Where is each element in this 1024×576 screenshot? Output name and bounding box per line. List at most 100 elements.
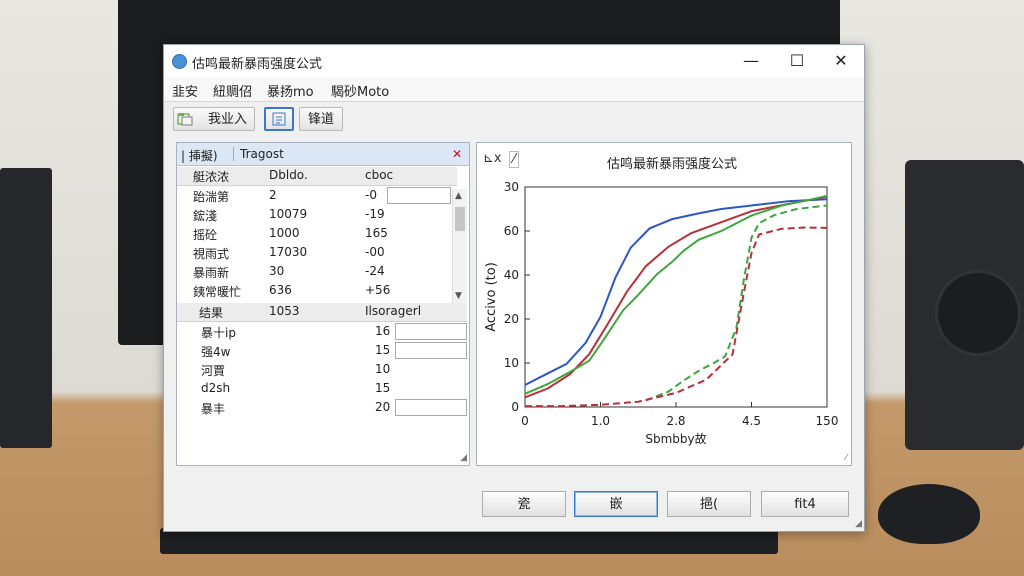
menu-item-4[interactable]: 騔砂Moto [331, 81, 389, 100]
results-header-value: 1053 [269, 304, 300, 318]
save-button[interactable]: 锋道 [299, 107, 343, 131]
y-tick-label: 10 [504, 356, 519, 370]
menu-item-2[interactable]: 紐赒佋 [213, 81, 252, 100]
y-tick-label: 0 [511, 400, 519, 414]
x-tick-label: 150 [816, 414, 839, 428]
row-value: 1000 [269, 226, 300, 240]
result-input[interactable] [395, 399, 467, 416]
x-axis-label: Sbmbby故 [645, 431, 706, 446]
scroll-thumb[interactable] [455, 207, 465, 231]
row-value: 10079 [269, 207, 308, 221]
row-value: 30 [269, 264, 285, 278]
row-name: 暴雨新 [193, 266, 230, 280]
dialog-button-2[interactable]: 嵌 [574, 491, 658, 517]
result-row[interactable]: 暴十ip 16 [177, 323, 467, 341]
title-bar: 估鸣最新暴雨强度公式 — ☐ ✕ [164, 45, 864, 77]
col-header-extra: cboc [365, 168, 394, 182]
result-row[interactable]: d2sh 15 [177, 380, 467, 398]
parameters-panel: | 挿擬) Tragost ✕ 艇浓浓 Dbldo. cboc 跆湍第 2 -0… [176, 142, 470, 466]
results-header-extra: Ilsoragerl [365, 304, 422, 318]
tab-tragost[interactable]: Tragost [233, 147, 284, 161]
result-name: 暴丰 [201, 402, 226, 416]
panel-close-icon[interactable]: ✕ [452, 147, 462, 161]
app-window: 估鸣最新暴雨强度公式 — ☐ ✕ 韭安 紐赒佋 暴扬mo 騔砂Moto 我业入 [163, 44, 865, 532]
x-tick-label: 2.8 [666, 414, 685, 428]
result-name: 暴十ip [201, 326, 236, 340]
app-icon [172, 54, 187, 69]
row-name: 視雨式 [193, 247, 230, 261]
speaker-right [905, 160, 1024, 450]
tab-params[interactable]: | 挿擬) [181, 147, 218, 164]
row-value: 17030 [269, 245, 308, 259]
table-row[interactable]: 摇砼 1000 165 [177, 225, 457, 243]
table-row[interactable]: 暴雨新 30 -24 [177, 263, 457, 281]
results-header-name: 结果 [199, 306, 224, 320]
row-extra: 165 [365, 226, 388, 240]
row-name: 銕常暖忙 [193, 285, 242, 299]
col-header-value: Dbldo. [269, 168, 308, 182]
dialog-button-4[interactable]: fit4 [761, 491, 849, 517]
result-input[interactable] [395, 323, 467, 340]
y-tick-label: 30 [504, 180, 519, 194]
result-row[interactable]: 河賈 10 [177, 361, 467, 379]
edit-icon [272, 112, 286, 126]
menu-item-1[interactable]: 韭安 [172, 81, 198, 100]
import-button[interactable]: 我业入 [173, 107, 255, 131]
row-name: 鋐淺 [193, 209, 218, 223]
row-extra: -0 [365, 188, 377, 202]
menu-bar: 韭安 紐赒佋 暴扬mo 騔砂Moto [164, 77, 864, 102]
row-value: 636 [269, 283, 292, 297]
result-value: 15 [375, 381, 391, 395]
result-input[interactable] [395, 342, 467, 359]
result-value: 15 [375, 343, 391, 357]
results-table-header: 结果 1053 Ilsoragerl [177, 303, 467, 322]
row-extra: -00 [365, 245, 385, 259]
chart-resize-grip[interactable]: ⁄ [845, 453, 847, 463]
params-table-header: 艇浓浓 Dbldo. cboc [177, 167, 457, 186]
scroll-down-icon[interactable]: ▼ [455, 291, 462, 301]
minimize-button[interactable]: — [728, 45, 774, 77]
result-row[interactable]: 强4w 15 [177, 342, 467, 360]
speaker-left [0, 168, 52, 448]
window-resize-grip[interactable]: ◢ [855, 519, 862, 529]
import-icon [177, 113, 193, 126]
col-header-name: 艇浓浓 [193, 170, 230, 184]
row-extra: -19 [365, 207, 385, 221]
edit-button[interactable] [264, 107, 294, 131]
import-label: 我业入 [208, 112, 248, 127]
x-tick-label: 0 [521, 414, 529, 428]
speaker-cone [935, 270, 1021, 356]
chart-panel: ⊾x ⁄ 估鸣最新暴雨强度公式 0 1.0 2.8 4.5 150 0 10 20 40 60 30… [476, 142, 852, 466]
y-tick-label: 40 [504, 268, 519, 282]
parameters-panel-header: | 挿擬) Tragost ✕ [177, 143, 469, 166]
mouse [878, 484, 980, 544]
table-row[interactable]: 視雨式 17030 -00 [177, 244, 457, 262]
close-button[interactable]: ✕ [818, 45, 864, 77]
toolbar: 我业入 锋道 [164, 102, 864, 138]
result-name: d2sh [201, 381, 231, 395]
chart-canvas: 0 1.0 2.8 4.5 150 0 10 20 40 60 30 Sbmbby故 Accivo (t… [484, 180, 839, 446]
params-scrollbar[interactable]: ▲ ▼ [452, 189, 467, 303]
result-value: 16 [375, 324, 391, 338]
row-input[interactable] [387, 187, 451, 204]
save-label: 锋道 [308, 112, 335, 127]
result-row[interactable]: 暴丰 20 [177, 399, 467, 417]
table-row[interactable]: 鋐淺 10079 -19 [177, 206, 457, 224]
dialog-button-3[interactable]: 挹( [667, 491, 751, 517]
x-tick-label: 4.5 [742, 414, 761, 428]
y-tick-label: 20 [504, 312, 519, 326]
result-name: 强4w [201, 345, 231, 359]
table-row[interactable]: 銕常暖忙 636 +56 [177, 282, 457, 300]
result-name: 河賈 [201, 364, 226, 378]
row-name: 跆湍第 [193, 190, 230, 204]
dialog-button-1[interactable]: 瓷 [482, 491, 566, 517]
panel-resize-grip[interactable]: ◢ [460, 453, 467, 463]
result-value: 20 [375, 400, 391, 414]
window-title: 估鸣最新暴雨强度公式 [192, 57, 323, 72]
x-tick-label: 1.0 [591, 414, 610, 428]
menu-item-3[interactable]: 暴扬mo [267, 81, 314, 100]
maximize-button[interactable]: ☐ [774, 45, 820, 77]
table-row[interactable]: 跆湍第 2 -0 [177, 187, 457, 205]
y-axis-label: Accivo (to) [484, 262, 499, 332]
scroll-up-icon[interactable]: ▲ [455, 191, 462, 201]
